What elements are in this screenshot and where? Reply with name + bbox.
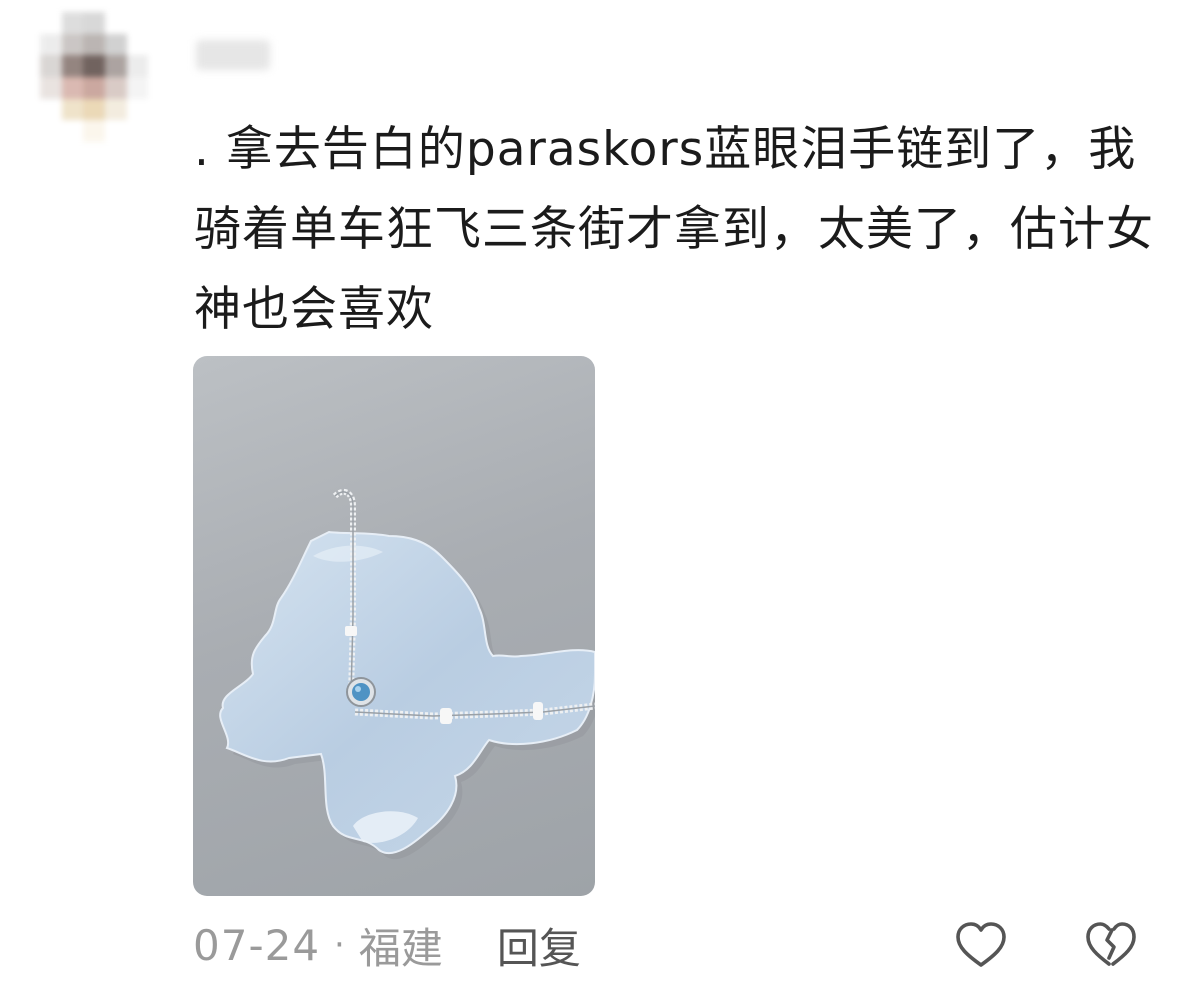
comment-text: . 拿去告白的paraskors蓝眼泪手链到了，我骑着单车狂飞三条街才拿到，太美… [194, 122, 1154, 337]
comment-meta: 07-24 · 福建 回复 [193, 915, 581, 975]
comment-photo[interactable] [193, 356, 595, 896]
username-redacted[interactable] [196, 40, 270, 70]
butterfly-bracelet-image [219, 488, 595, 860]
dislike-button[interactable] [1083, 918, 1139, 974]
broken-heart-outline-icon [1086, 922, 1136, 966]
reply-button[interactable]: 回复 [497, 915, 581, 976]
comment-date: 07-24 [193, 920, 321, 970]
comment-location: 福建 [358, 923, 443, 973]
like-button[interactable] [953, 918, 1009, 974]
avatar[interactable] [40, 12, 170, 142]
heart-outline-icon [956, 922, 1006, 967]
meta-separator: · [334, 925, 345, 965]
